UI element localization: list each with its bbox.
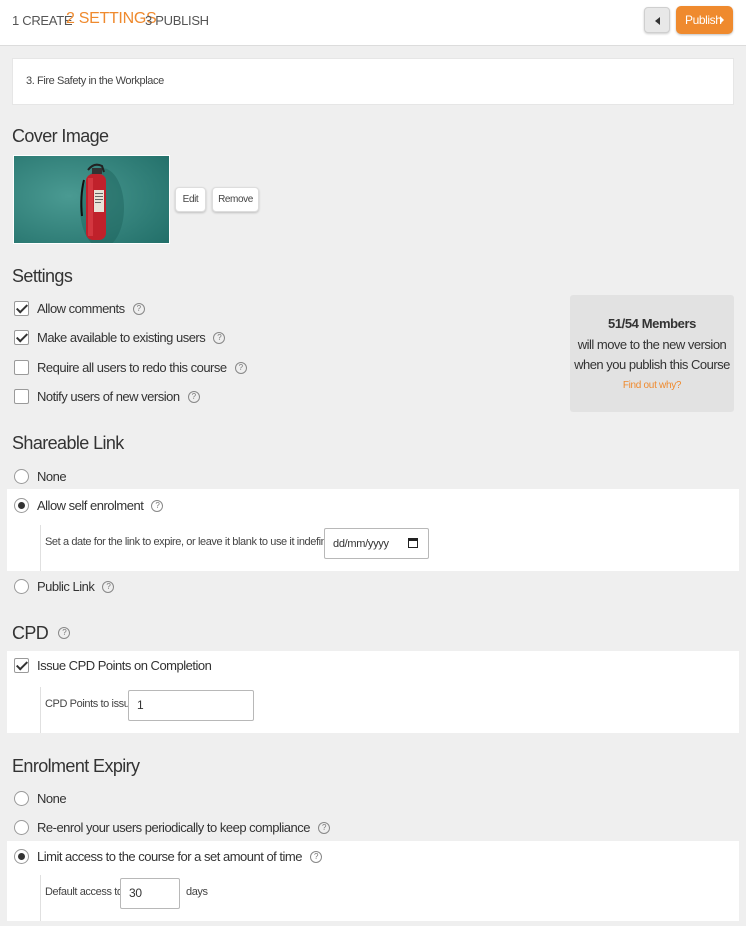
help-icon[interactable]: ? bbox=[309, 850, 322, 863]
make-available-label: Make available to existing users bbox=[37, 330, 206, 345]
allow-comments-label: Allow comments bbox=[37, 301, 125, 316]
members-info-box: 51/54 Members will move to the new versi… bbox=[570, 295, 734, 412]
cpd-heading-row: CPD? bbox=[12, 623, 71, 644]
members-count: 51/54 Members bbox=[607, 316, 697, 331]
expiry-none-radio[interactable] bbox=[14, 791, 29, 806]
step-settings[interactable]: 2 SETTINGS bbox=[66, 10, 157, 28]
require-redo-label: Require all users to redo this course bbox=[37, 360, 227, 375]
help-icon[interactable]: ? bbox=[317, 821, 330, 834]
days-label: days bbox=[186, 886, 208, 898]
default-access-days-input[interactable]: 30 bbox=[120, 878, 180, 909]
help-icon[interactable]: ? bbox=[187, 390, 200, 403]
limit-access-label: Limit access to the course for a set amo… bbox=[37, 849, 302, 864]
require-redo-checkbox[interactable] bbox=[14, 360, 29, 375]
publish-button-label: Publish bbox=[685, 13, 722, 27]
course-title-text: 3. Fire Safety in the Workplace bbox=[26, 75, 164, 87]
help-icon[interactable]: ? bbox=[132, 302, 145, 315]
cover-image bbox=[13, 155, 170, 244]
issue-cpd-checkbox[interactable] bbox=[14, 658, 29, 673]
reenrol-radio[interactable] bbox=[14, 820, 29, 835]
enrolment-expiry-heading: Enrolment Expiry bbox=[12, 756, 140, 776]
edit-cover-button[interactable]: Edit bbox=[175, 187, 206, 212]
help-icon[interactable]: ? bbox=[102, 580, 115, 593]
cpd-points-value: 1 bbox=[137, 698, 144, 712]
step-publish[interactable]: 3 PUBLISH bbox=[145, 13, 209, 28]
date-placeholder: dd/mm/yyyy bbox=[333, 538, 389, 550]
members-info-line2: when you publish this Course bbox=[574, 357, 730, 372]
default-access-value: 30 bbox=[129, 886, 142, 900]
caret-right-icon bbox=[720, 16, 724, 24]
expiry-none-label: None bbox=[37, 791, 67, 806]
cpd-points-input[interactable]: 1 bbox=[128, 690, 254, 721]
fire-extinguisher-image bbox=[14, 156, 169, 243]
top-bar: 1 CREATE 2 SETTINGS 3 PUBLISH Publish bbox=[0, 0, 746, 46]
indent-divider bbox=[40, 525, 41, 571]
help-icon[interactable]: ? bbox=[234, 361, 247, 374]
back-button[interactable] bbox=[644, 7, 670, 33]
course-title-field[interactable]: 3. Fire Safety in the Workplace bbox=[12, 58, 734, 105]
members-info-line1: will move to the new version bbox=[577, 337, 727, 352]
cpd-points-label: CPD Points to issue bbox=[45, 698, 136, 710]
help-icon[interactable]: ? bbox=[213, 331, 226, 344]
indent-divider bbox=[40, 875, 41, 921]
find-out-why-link[interactable]: Find out why? bbox=[570, 380, 734, 391]
settings-heading: Settings bbox=[12, 266, 73, 286]
share-none-radio[interactable] bbox=[14, 469, 29, 484]
allow-comments-checkbox[interactable] bbox=[14, 301, 29, 316]
issue-cpd-label: Issue CPD Points on Completion bbox=[37, 658, 212, 673]
help-icon[interactable]: ? bbox=[58, 627, 71, 640]
indent-divider bbox=[40, 687, 41, 733]
help-icon[interactable]: ? bbox=[151, 499, 164, 512]
share-none-label: None bbox=[37, 469, 67, 484]
notify-users-label: Notify users of new version bbox=[37, 389, 180, 404]
link-expiry-date-input[interactable]: dd/mm/yyyy bbox=[324, 528, 429, 559]
default-access-label: Default access to bbox=[45, 886, 123, 898]
cover-image-heading: Cover Image bbox=[12, 126, 109, 146]
self-enrolment-label: Allow self enrolment bbox=[37, 498, 144, 513]
remove-cover-button[interactable]: Remove bbox=[212, 187, 259, 212]
public-link-radio[interactable] bbox=[14, 579, 29, 594]
publish-button[interactable]: Publish bbox=[676, 6, 733, 34]
calendar-icon[interactable] bbox=[408, 538, 418, 548]
link-expire-text: Set a date for the link to expire, or le… bbox=[45, 536, 344, 548]
shareable-link-heading: Shareable Link bbox=[12, 433, 124, 453]
limit-access-radio[interactable] bbox=[14, 849, 29, 864]
self-enrolment-radio[interactable] bbox=[14, 498, 29, 513]
make-available-checkbox[interactable] bbox=[14, 330, 29, 345]
notify-users-checkbox[interactable] bbox=[14, 389, 29, 404]
cpd-heading: CPD bbox=[12, 623, 49, 643]
caret-left-icon bbox=[655, 17, 660, 25]
public-link-label: Public Link bbox=[37, 579, 95, 594]
reenrol-label: Re-enrol your users periodically to keep… bbox=[37, 820, 310, 835]
step-create[interactable]: 1 CREATE bbox=[12, 13, 73, 28]
